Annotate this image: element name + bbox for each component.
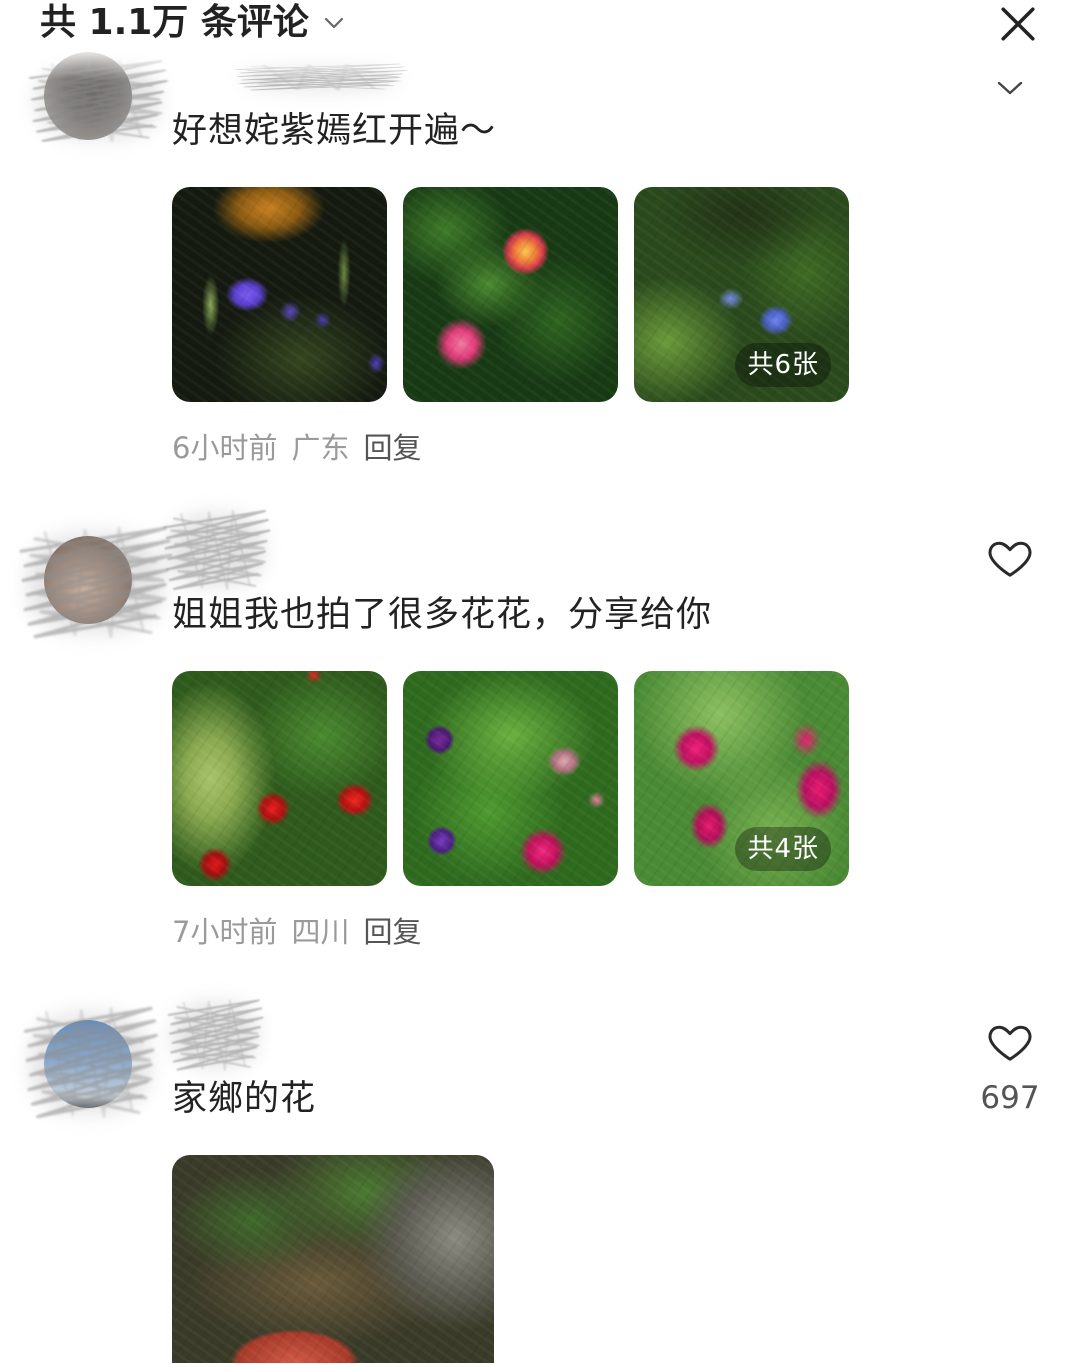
comment-item: 姐姐我也拍了很多花花，分享给你 共4张 7小时前 四川 回复 xyxy=(0,536,1080,949)
heart-icon[interactable] xyxy=(986,1018,1034,1066)
comment-image[interactable] xyxy=(172,671,387,886)
reply-button[interactable]: 回复 xyxy=(363,914,421,950)
reply-button[interactable]: 回复 xyxy=(363,430,421,466)
comment-time: 6小时前 xyxy=(172,431,278,465)
comment-images: 共6张 xyxy=(172,187,849,402)
more-button[interactable] xyxy=(994,78,1026,98)
comment-text: 家鄉的花 xyxy=(172,1079,317,1119)
comment-image[interactable] xyxy=(172,1155,494,1363)
comment-meta: 6小时前 广东 回复 xyxy=(172,430,421,466)
comment-count-title: 共 1.1万 条评论 xyxy=(40,2,309,43)
comment-image[interactable] xyxy=(403,187,618,402)
comment-images xyxy=(172,1155,494,1363)
comment-image[interactable] xyxy=(172,187,387,402)
comment-count-title-group: 共 1.1万 条评论 xyxy=(40,0,345,46)
comment-item: 697 家鄉的花 xyxy=(0,1020,1080,1363)
username-redacted xyxy=(230,62,410,92)
comment-item: 好想姹紫嫣红开遍～ 共6张 6小时前 广东 回复 xyxy=(0,52,1080,465)
like-button[interactable] xyxy=(986,534,1034,582)
username-redacted xyxy=(160,505,272,595)
avatar[interactable] xyxy=(44,536,132,624)
like-count: 697 xyxy=(980,1080,1040,1116)
like-button[interactable] xyxy=(986,1018,1034,1066)
heart-icon[interactable] xyxy=(986,534,1034,582)
comment-images: 共4张 xyxy=(172,671,849,886)
comment-location: 四川 xyxy=(291,915,350,949)
comment-image[interactable]: 共6张 xyxy=(634,187,849,402)
comment-meta: 7小时前 四川 回复 xyxy=(172,914,421,950)
username-redacted xyxy=(165,995,265,1075)
chevron-down-icon[interactable] xyxy=(323,16,345,30)
comment-image[interactable] xyxy=(403,671,618,886)
close-icon[interactable] xyxy=(999,5,1037,43)
avatar[interactable] xyxy=(44,1020,132,1108)
image-count-badge: 共4张 xyxy=(735,827,831,871)
comment-location: 广东 xyxy=(291,431,350,465)
comment-text: 好想姹紫嫣红开遍～ xyxy=(172,111,497,151)
image-count-badge: 共6张 xyxy=(735,343,831,387)
avatar[interactable] xyxy=(44,52,132,140)
comment-text: 姐姐我也拍了很多花花，分享给你 xyxy=(172,595,713,635)
chevron-down-icon[interactable] xyxy=(996,80,1024,96)
close-button[interactable] xyxy=(996,2,1040,46)
comments-header: 共 1.1万 条评论 xyxy=(0,0,1080,50)
comment-image[interactable]: 共4张 xyxy=(634,671,849,886)
comment-time: 7小时前 xyxy=(172,915,278,949)
